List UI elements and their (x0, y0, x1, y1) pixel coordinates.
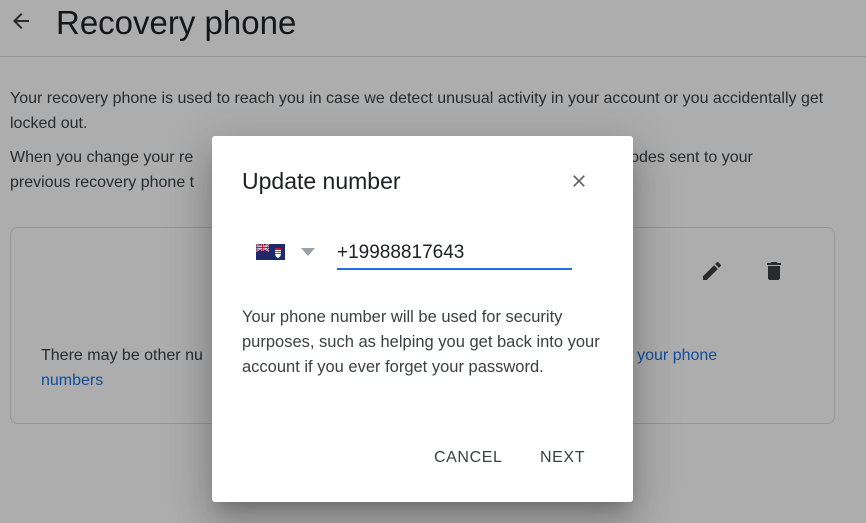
dialog-description: Your phone number will be used for secur… (242, 308, 600, 376)
dialog-title: Update number (242, 168, 401, 194)
next-button[interactable]: NEXT (536, 444, 589, 472)
close-icon (573, 175, 585, 187)
cancel-button[interactable]: CANCEL (430, 444, 507, 472)
close-button[interactable] (567, 169, 591, 193)
phone-number-input[interactable] (337, 238, 572, 268)
country-code-select[interactable] (256, 240, 320, 264)
chevron-down-icon (301, 248, 315, 256)
phone-field (337, 238, 572, 270)
cayman-islands-flag-icon (256, 244, 285, 260)
update-number-dialog: Update number Your phone number will be … (212, 136, 633, 502)
